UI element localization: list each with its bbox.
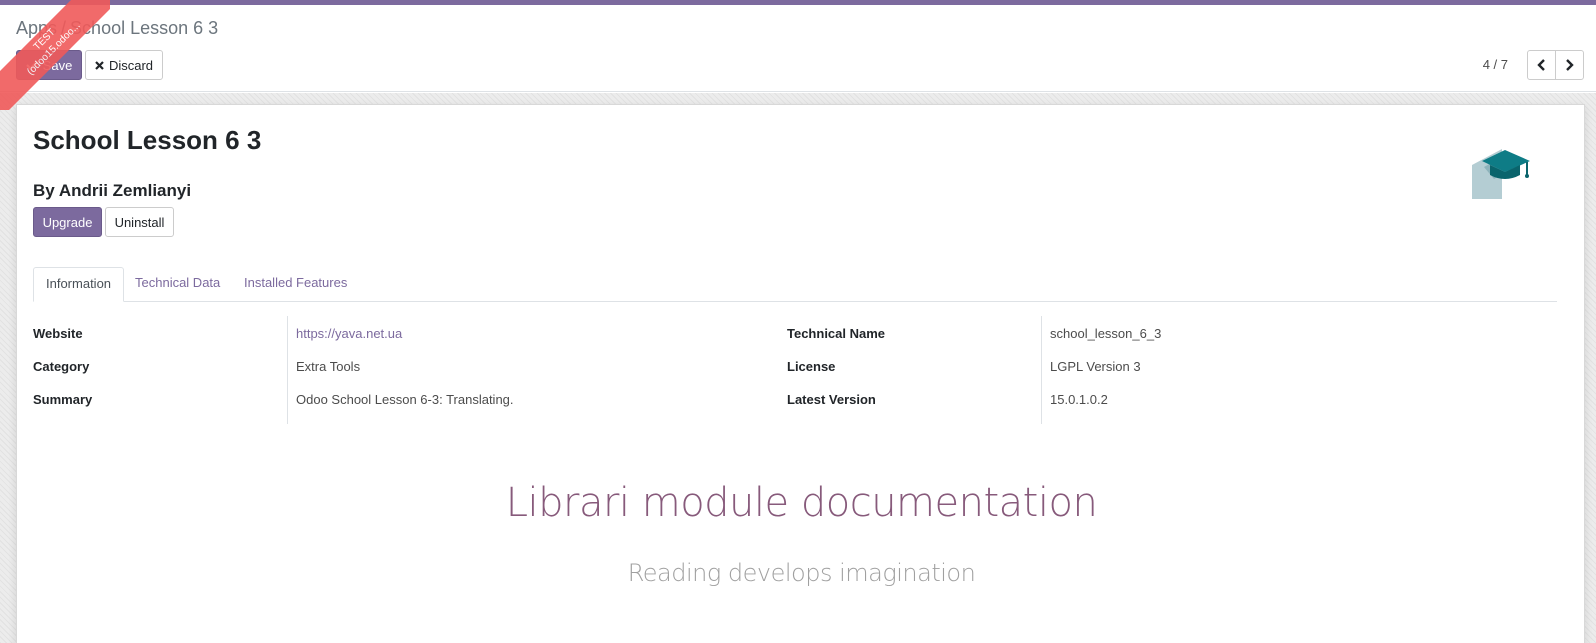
pager-value[interactable]: 4 / 7: [1483, 57, 1508, 72]
info-value: school_lesson_6_3: [1050, 326, 1162, 341]
save-button[interactable]: Save: [16, 50, 82, 80]
pager-buttons: [1527, 50, 1584, 80]
breadcrumb: Apps / School Lesson 6 3: [16, 18, 218, 39]
form-sheet: School Lesson 6 3 By Andrii Zemlianyi Up…: [16, 104, 1585, 643]
module-author: By Andrii Zemlianyi: [33, 181, 192, 200]
info-divider: [1041, 316, 1042, 424]
info-value: LGPL Version 3: [1050, 359, 1141, 374]
info-divider: [287, 316, 288, 424]
website-link[interactable]: https://yava.net.ua: [296, 326, 402, 341]
description-title: Librari module documentation: [505, 480, 1098, 526]
uninstall-button[interactable]: Uninstall: [105, 207, 174, 237]
info-label: Summary: [33, 392, 93, 407]
tab-technical-data[interactable]: Technical Data: [123, 267, 232, 302]
graduation-cap-icon: [1472, 145, 1532, 201]
control-panel: Apps / School Lesson 6 3 Save Discard 4 / …: [0, 5, 1596, 92]
info-value: Extra Tools: [296, 359, 361, 374]
info-label: Category: [33, 359, 90, 374]
close-icon: [95, 58, 104, 73]
tab-information[interactable]: Information: [33, 267, 125, 302]
info-label: Latest Version: [787, 392, 876, 407]
discard-button[interactable]: Discard: [85, 50, 163, 80]
info-value: 15.0.1.0.2: [1050, 392, 1108, 407]
save-button-label: Save: [42, 57, 73, 73]
chevron-left-icon: [1537, 59, 1545, 71]
chevron-right-icon: [1566, 59, 1574, 71]
check-icon: [25, 58, 38, 73]
info-value: Odoo School Lesson 6-3: Translating.: [296, 392, 514, 407]
notebook-tabs: Information Technical Data Installed Fea…: [33, 267, 1557, 302]
breadcrumb-apps-link[interactable]: Apps: [16, 18, 57, 38]
module-title: School Lesson 6 3: [33, 125, 262, 155]
pager-previous-button[interactable]: [1528, 51, 1555, 79]
upgrade-button[interactable]: Upgrade: [33, 207, 102, 237]
tab-installed-features[interactable]: Installed Features: [232, 267, 359, 302]
info-label: Website: [33, 326, 83, 341]
pager-next-button[interactable]: [1555, 51, 1583, 79]
discard-button-label: Discard: [108, 57, 154, 73]
breadcrumb-separator: /: [61, 18, 67, 38]
info-label: License: [787, 359, 836, 374]
info-label: Technical Name: [787, 326, 886, 341]
description-subtitle: Reading develops imagination: [627, 559, 976, 587]
breadcrumb-current: School Lesson 6 3: [70, 18, 219, 38]
